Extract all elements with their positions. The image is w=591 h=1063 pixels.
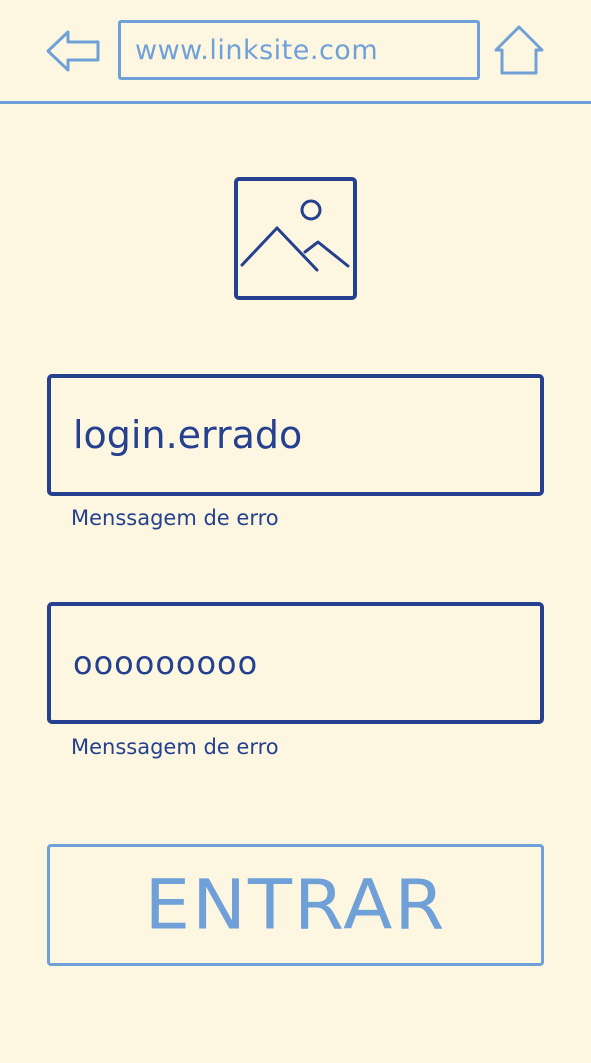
enter-button-label: ENTRAR: [144, 865, 447, 945]
enter-button[interactable]: ENTRAR: [47, 844, 544, 966]
password-input[interactable]: ooooooooo: [47, 602, 544, 724]
home-icon[interactable]: [492, 24, 546, 76]
login-value: login.errado: [73, 413, 303, 457]
password-value: ooooooooo: [73, 644, 259, 682]
url-bar[interactable]: www.linksite.com: [118, 20, 480, 80]
browser-toolbar: www.linksite.com: [0, 0, 591, 104]
password-error-message: Menssagem de erro: [71, 735, 279, 759]
login-error-message: Menssagem de erro: [71, 506, 279, 530]
login-input[interactable]: login.errado: [47, 374, 544, 496]
back-arrow-icon[interactable]: [44, 28, 102, 74]
url-text: www.linksite.com: [135, 34, 379, 66]
image-placeholder-icon: [234, 177, 357, 300]
